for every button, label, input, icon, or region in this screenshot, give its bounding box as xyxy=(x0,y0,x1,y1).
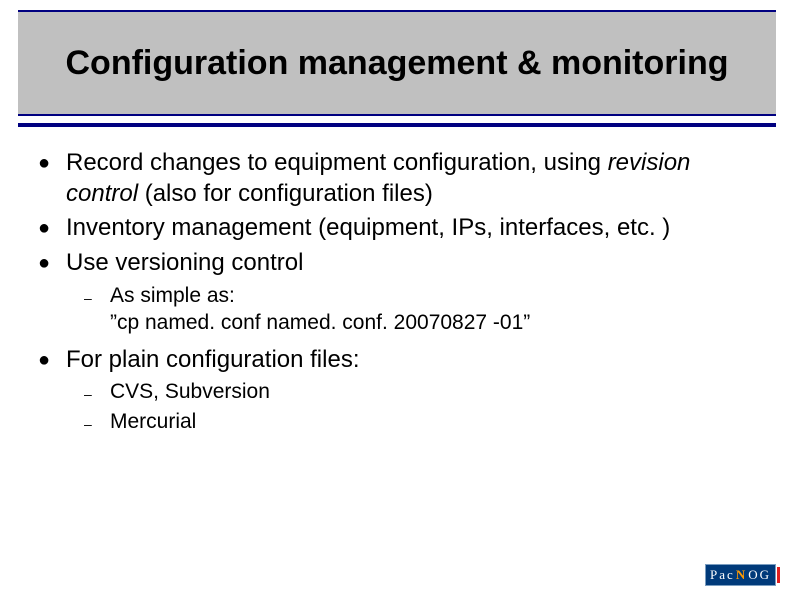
bullet-level2: – Mercurial xyxy=(84,409,758,437)
bullet-level1: ● For plain configuration files: xyxy=(36,345,758,376)
logo-letter: O xyxy=(748,567,759,583)
bullet-level2: – CVS, Subversion xyxy=(84,379,758,407)
bullet-text: Use versioning control xyxy=(66,248,758,279)
logo-letter: c xyxy=(727,567,735,583)
logo-letter: a xyxy=(719,567,727,583)
bullet-text: CVS, Subversion xyxy=(110,379,758,407)
bullet-level1: ● Inventory management (equipment, IPs, … xyxy=(36,213,758,244)
text-segment: (also for configuration files) xyxy=(138,180,433,207)
slide: Configuration management & monitoring ● … xyxy=(0,0,794,595)
bullet-text: For plain configuration files: xyxy=(66,345,758,376)
logo-letter: G xyxy=(760,567,771,583)
logo-box: P a c N O G xyxy=(705,564,776,586)
bullet-dot-icon: ● xyxy=(36,345,66,376)
pacnog-logo: P a c N O G xyxy=(705,565,780,585)
bullet-level2: – As simple as: ”cp named. conf named. c… xyxy=(84,283,758,337)
logo-letter-accent: N xyxy=(736,567,747,583)
content-area: ● Record changes to equipment configurat… xyxy=(36,148,758,439)
bullet-text: As simple as: ”cp named. conf named. con… xyxy=(110,283,758,337)
text-segment: Record changes to equipment configuratio… xyxy=(66,149,608,176)
logo-letter: P xyxy=(710,567,719,583)
title-divider xyxy=(18,123,776,127)
bullet-dash-icon: – xyxy=(84,379,110,407)
bullet-level1: ● Use versioning control xyxy=(36,248,758,279)
bullet-text: Inventory management (equipment, IPs, in… xyxy=(66,213,758,244)
text-line: ”cp named. conf named. conf. 20070827 -0… xyxy=(110,311,530,334)
bullet-text: Mercurial xyxy=(110,409,758,437)
slide-title: Configuration management & monitoring xyxy=(66,44,729,82)
bullet-text: Record changes to equipment configuratio… xyxy=(66,148,758,209)
bullet-dot-icon: ● xyxy=(36,248,66,279)
text-line: As simple as: xyxy=(110,284,235,307)
title-band: Configuration management & monitoring xyxy=(18,10,776,116)
bullet-dash-icon: – xyxy=(84,283,110,337)
bullet-dot-icon: ● xyxy=(36,148,66,209)
bullet-dot-icon: ● xyxy=(36,213,66,244)
logo-bar-icon xyxy=(777,567,780,583)
bullet-level1: ● Record changes to equipment configurat… xyxy=(36,148,758,209)
bullet-dash-icon: – xyxy=(84,409,110,437)
